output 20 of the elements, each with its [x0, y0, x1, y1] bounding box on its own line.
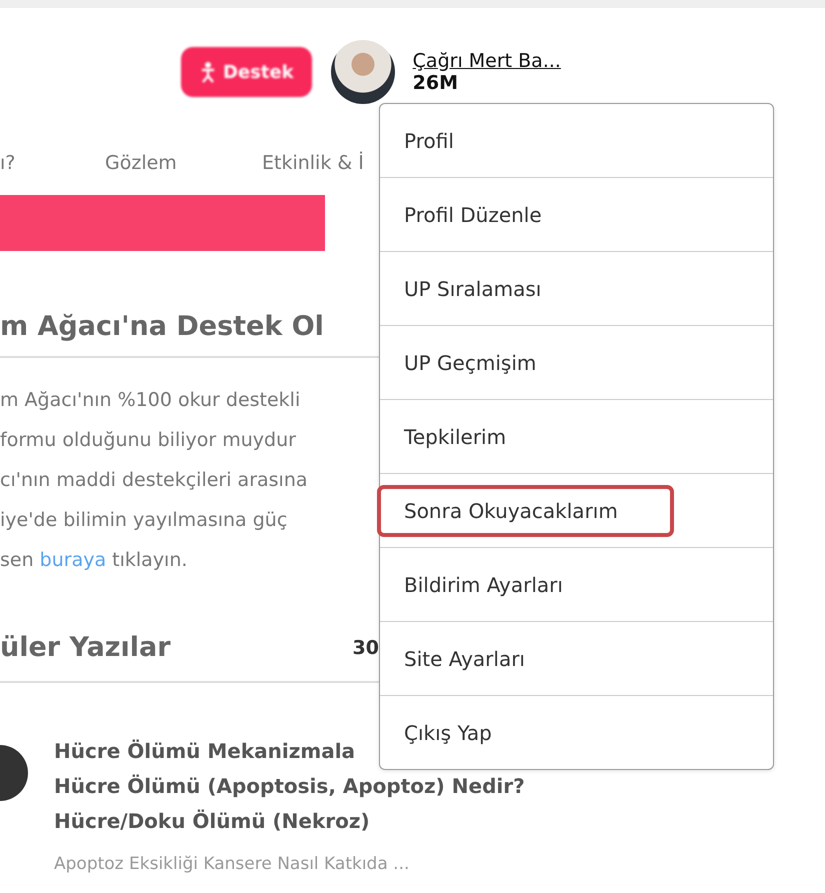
menu-item[interactable]: Profil Düzenle — [377, 188, 598, 240]
period-tab[interactable]: 30 — [352, 636, 379, 658]
user-name-link[interactable]: Çağrı Mert Ba... — [412, 50, 561, 72]
menu-item[interactable]: Bildirim Ayarları — [377, 558, 619, 610]
figure-icon — [199, 61, 217, 83]
menu-item[interactable]: UP Sıralaması — [377, 262, 598, 314]
menu-item[interactable]: Site Ayarları — [377, 632, 581, 684]
menu-item[interactable]: Profil — [377, 114, 510, 166]
nav-link[interactable]: ı? — [0, 152, 105, 174]
nav-link[interactable]: Gözlem — [105, 152, 262, 174]
section-heading: m Ağacı'na Destek Ol — [0, 311, 325, 342]
article-title[interactable]: Hücre/Doku Ölümü (Nekroz) — [54, 805, 525, 837]
menu-item[interactable]: UP Geçmişim — [377, 336, 592, 388]
menu-item[interactable]: Tepkilerim — [377, 410, 562, 462]
article-title[interactable]: Hücre Ölümü (Apoptosis, Apoptoz) Nedir? — [54, 770, 525, 802]
menu-item[interactable]: Sonra Okuyacaklarım — [377, 484, 674, 536]
menu-item[interactable]: Çıkış Yap — [377, 706, 548, 758]
user-points: 26M — [412, 72, 460, 94]
section-heading: üler Yazılar — [0, 632, 171, 663]
article-subtitle: Apoptoz Eksikliği Kansere Nasıl Katkıda ... — [54, 854, 410, 874]
